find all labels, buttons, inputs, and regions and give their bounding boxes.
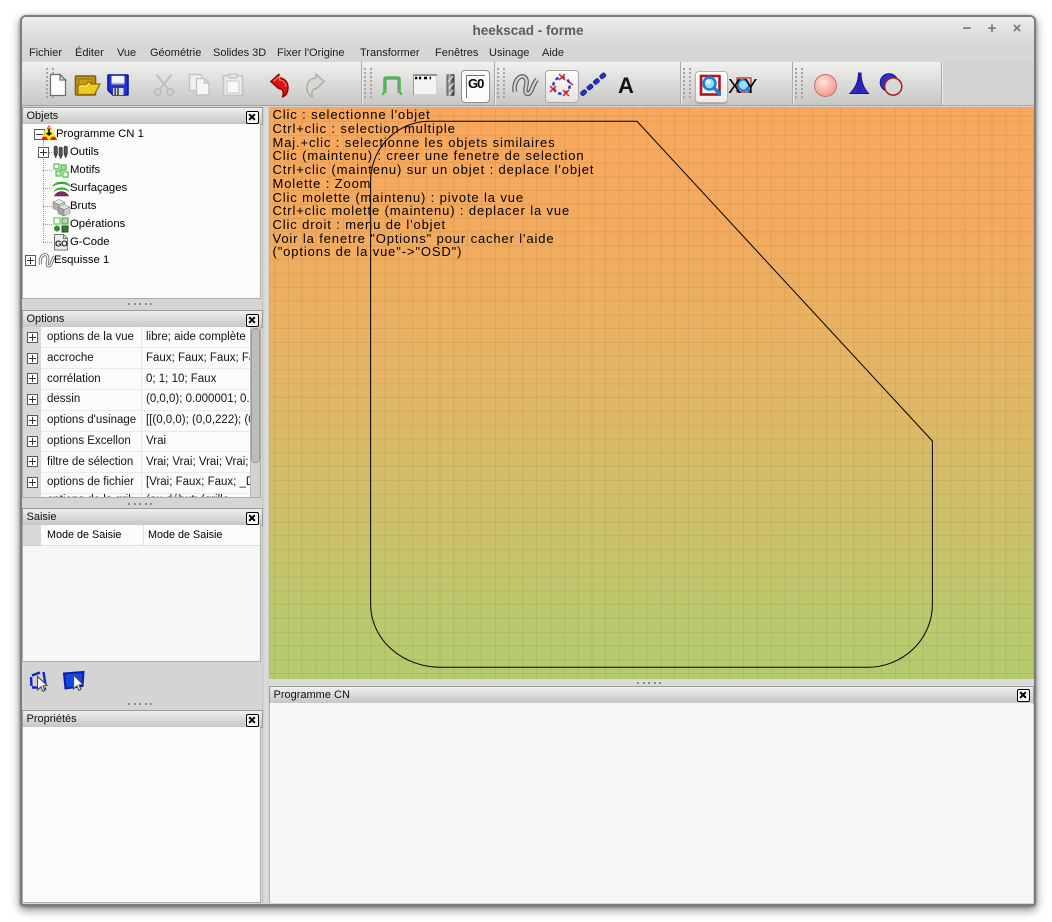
svg-text:GO: GO [55, 239, 68, 249]
svg-text:X: X [728, 76, 741, 98]
svg-text:Y: Y [744, 76, 757, 98]
